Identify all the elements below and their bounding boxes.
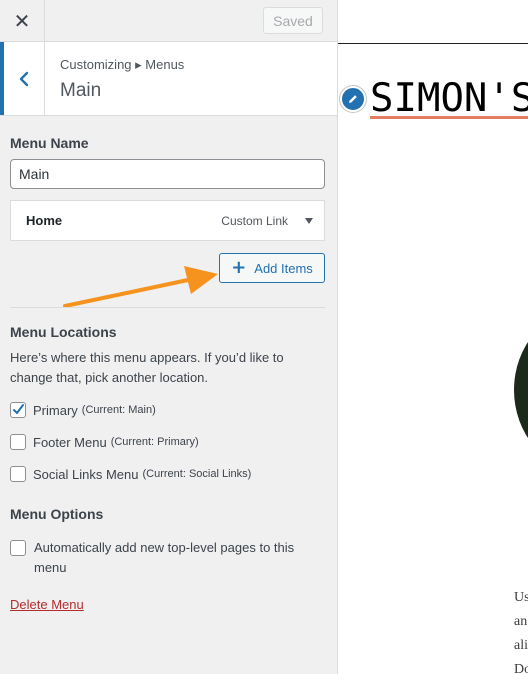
- divider: [10, 307, 325, 308]
- location-social-label: Social Links Menu: [33, 466, 139, 482]
- section-header: Customizing ▸ Menus Main: [0, 42, 337, 116]
- menu-item-type: Custom Link: [221, 214, 288, 228]
- location-primary-checkbox[interactable]: [10, 402, 26, 418]
- auto-add-pages-label: Automatically add new top-level pages to…: [34, 540, 295, 575]
- site-title-underline: [370, 116, 528, 119]
- preview-text-line: an: [514, 614, 528, 629]
- location-footer-current: (Current: Primary): [110, 436, 199, 448]
- edit-shortcut-button[interactable]: [340, 86, 366, 112]
- customizer-sidebar: ✕ Saved Customizing ▸ Menus Main Menu Na…: [0, 0, 338, 674]
- location-primary-label: Primary: [33, 402, 78, 418]
- breadcrumb: Customizing ▸ Menus: [60, 57, 185, 72]
- menu-name-input[interactable]: [10, 159, 325, 189]
- add-items-label: Add Items: [254, 260, 313, 276]
- menu-name-label: Menu Name: [10, 135, 89, 151]
- location-primary[interactable]: Primary (Current: Main): [10, 402, 156, 418]
- menu-item-title: Home: [26, 213, 63, 228]
- location-social-checkbox[interactable]: [10, 466, 26, 482]
- location-footer[interactable]: Footer Menu (Current: Primary): [10, 434, 199, 450]
- triangle-down-icon[interactable]: [304, 216, 314, 226]
- checkmark-icon: [13, 404, 24, 414]
- location-social[interactable]: Social Links Menu (Current: Social Links…: [10, 466, 251, 482]
- menu-locations-description: Here’s where this menu appears. If you’d…: [10, 350, 284, 385]
- location-social-current: (Current: Social Links): [142, 468, 252, 480]
- location-primary-current: (Current: Main): [81, 404, 156, 416]
- auto-add-pages-checkbox[interactable]: [10, 540, 26, 556]
- auto-add-pages-option[interactable]: Automatically add new top-level pages to…: [10, 538, 324, 578]
- add-items-button[interactable]: + Add Items: [219, 253, 325, 283]
- pencil-icon: [349, 95, 357, 103]
- location-footer-label: Footer Menu: [33, 434, 107, 450]
- site-preview[interactable]: SIMON'S Us an ali Do: [338, 0, 528, 674]
- preview-text-line: ali: [514, 638, 528, 653]
- section-title: Main: [60, 80, 102, 101]
- close-icon: ✕: [13, 8, 31, 33]
- menu-options-label: Menu Options: [10, 506, 104, 522]
- chevron-left-icon: [19, 71, 29, 86]
- hero-image: [514, 310, 528, 470]
- close-button[interactable]: ✕: [0, 0, 45, 41]
- customizer-topbar: ✕ Saved: [0, 0, 337, 42]
- site-title[interactable]: SIMON'S: [370, 76, 528, 121]
- back-button[interactable]: [0, 42, 45, 115]
- location-footer-checkbox[interactable]: [10, 434, 26, 450]
- preview-text-line: Do: [514, 662, 528, 674]
- preview-divider: [338, 43, 528, 44]
- delete-menu-link[interactable]: Delete Menu: [10, 597, 84, 612]
- preview-text-line: Us: [514, 590, 528, 605]
- arrow-icon: [63, 266, 218, 308]
- plus-icon: +: [231, 257, 247, 278]
- menu-locations-label: Menu Locations: [10, 324, 117, 340]
- menu-item[interactable]: Home Custom Link: [10, 200, 325, 241]
- saved-button[interactable]: Saved: [263, 7, 323, 34]
